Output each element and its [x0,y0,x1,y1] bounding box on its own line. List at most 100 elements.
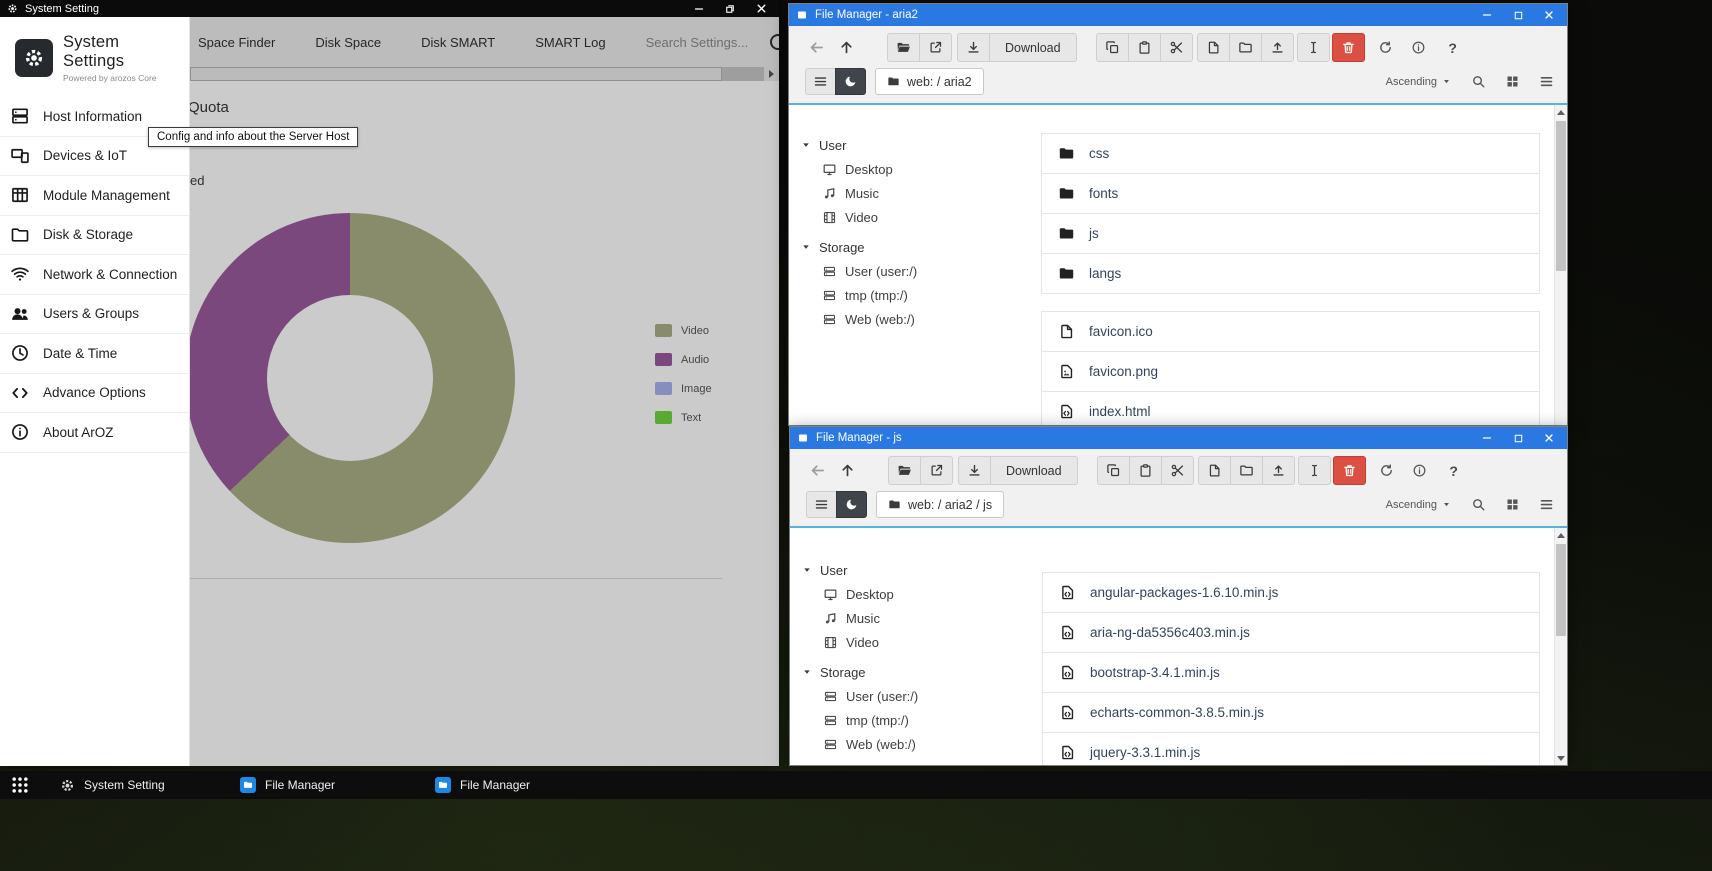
sidebar-item-network-connection[interactable]: Network & Connection [0,255,189,295]
tree-root-storage[interactable]: Storage [802,660,1042,684]
taskbar-item-file-manager-2[interactable]: File Manager [435,771,530,799]
search-button[interactable] [1467,494,1489,516]
close-button[interactable] [1542,431,1556,445]
open-button[interactable] [888,456,921,485]
tree-item-music[interactable]: Music [801,181,1041,205]
file-manager-titlebar[interactable]: File Manager - js [790,427,1567,449]
upload-button[interactable] [1261,33,1294,62]
tree-item-desktop[interactable]: Desktop [801,157,1041,181]
download-icon-button[interactable] [957,33,990,62]
tree-item-desktop[interactable]: Desktop [802,582,1042,606]
grid-view-button[interactable] [1501,494,1523,516]
minimize-button[interactable] [692,2,706,16]
paste-button[interactable] [1128,33,1161,62]
open-in-new-window-button[interactable] [919,33,952,62]
sidebar-item-module-management[interactable]: Module Management [0,176,189,216]
file-manager-titlebar[interactable]: File Manager - aria2 [789,4,1567,26]
tree-item-user-drive[interactable]: User (user:/) [802,684,1042,708]
breadcrumb[interactable]: web: / aria2 / js [876,491,1004,518]
paste-button[interactable] [1129,456,1162,485]
taskbar-item-file-manager-1[interactable]: File Manager [240,771,335,799]
taskbar-item-system-setting[interactable]: System Setting [60,771,165,799]
tree-root-storage[interactable]: Storage [801,235,1041,259]
download-button[interactable]: Download [990,456,1078,485]
sort-dropdown[interactable]: Ascending [1386,76,1451,88]
menu-button[interactable] [806,491,837,518]
minimize-button[interactable] [1480,431,1494,445]
file-row-aria-ng[interactable]: aria-ng-da5356c403.min.js [1042,612,1540,653]
scrollbar-thumb[interactable] [1556,544,1566,636]
up-button[interactable] [836,460,858,482]
system-setting-titlebar[interactable]: System Setting [0,0,779,17]
close-button[interactable] [1542,8,1556,22]
scroll-up-button[interactable] [1555,528,1567,542]
sidebar-item-about-aroz[interactable]: About ArOZ [0,413,189,453]
refresh-button[interactable] [1375,37,1397,59]
cut-button[interactable] [1161,456,1194,485]
tree-item-video[interactable]: Video [802,630,1042,654]
vertical-scrollbar[interactable] [1554,528,1567,765]
tree-item-video[interactable]: Video [801,205,1041,229]
sidebar-item-advance-options[interactable]: Advance Options [0,374,189,414]
new-folder-button[interactable] [1230,456,1263,485]
folder-row-js[interactable]: js [1041,213,1540,254]
file-row-favicon-png[interactable]: favicon.png [1041,351,1540,392]
folder-row-css[interactable]: css [1041,133,1540,174]
delete-button[interactable] [1332,33,1365,62]
sidebar-item-users-groups[interactable]: Users & Groups [0,295,189,335]
back-button[interactable] [805,37,827,59]
info-button[interactable] [1408,37,1430,59]
scrollbar-thumb[interactable] [1556,121,1566,271]
dark-mode-toggle[interactable] [836,491,867,518]
new-file-button[interactable] [1198,456,1231,485]
rename-button[interactable] [1297,33,1330,62]
up-button[interactable] [835,37,857,59]
file-row-echarts[interactable]: echarts-common-3.8.5.min.js [1042,692,1540,733]
open-in-new-window-button[interactable] [920,456,953,485]
back-button[interactable] [806,460,828,482]
download-icon-button[interactable] [958,456,991,485]
close-button[interactable] [754,2,768,16]
tree-item-user-drive[interactable]: User (user:/) [801,259,1041,283]
tree-item-music[interactable]: Music [802,606,1042,630]
copy-button[interactable] [1096,33,1129,62]
folder-row-fonts[interactable]: fonts [1041,173,1540,214]
help-button[interactable]: ? [1442,37,1464,59]
download-button[interactable]: Download [989,33,1077,62]
vertical-scrollbar[interactable] [1554,105,1567,425]
upload-button[interactable] [1262,456,1295,485]
folder-row-langs[interactable]: langs [1041,253,1540,294]
open-button[interactable] [887,33,920,62]
breadcrumb[interactable]: web: / aria2 [875,68,984,95]
sort-dropdown[interactable]: Ascending [1386,499,1451,511]
new-file-button[interactable] [1197,33,1230,62]
refresh-button[interactable] [1376,460,1398,482]
grid-view-button[interactable] [1501,71,1523,93]
help-button[interactable]: ? [1443,460,1465,482]
sidebar-item-date-time[interactable]: Date & Time [0,334,189,374]
list-view-button[interactable] [1535,494,1557,516]
tree-item-tmp-drive[interactable]: tmp (tmp:/) [801,283,1041,307]
file-row-angular[interactable]: angular-packages-1.6.10.min.js [1042,572,1540,613]
tree-item-tmp-drive[interactable]: tmp (tmp:/) [802,708,1042,732]
tree-root-user[interactable]: User [802,558,1042,582]
menu-button[interactable] [805,68,836,95]
restore-button[interactable] [723,2,737,16]
scroll-down-button[interactable] [1555,751,1567,765]
new-folder-button[interactable] [1229,33,1262,62]
file-row-favicon-ico[interactable]: favicon.ico [1041,311,1540,352]
info-button[interactable] [1409,460,1431,482]
cut-button[interactable] [1160,33,1193,62]
rename-button[interactable] [1298,456,1331,485]
dark-mode-toggle[interactable] [835,68,866,95]
file-row-jquery[interactable]: jquery-3.3.1.min.js [1042,732,1540,765]
list-view-button[interactable] [1535,71,1557,93]
scroll-up-button[interactable] [1555,105,1567,119]
maximize-button[interactable] [1511,8,1525,22]
tree-root-user[interactable]: User [801,133,1041,157]
tree-item-web-drive[interactable]: Web (web:/) [801,307,1041,331]
file-row-index-html[interactable]: index.html [1041,391,1540,425]
delete-button[interactable] [1333,456,1366,485]
maximize-button[interactable] [1511,431,1525,445]
sidebar-item-disk-storage[interactable]: Disk & Storage [0,216,189,256]
